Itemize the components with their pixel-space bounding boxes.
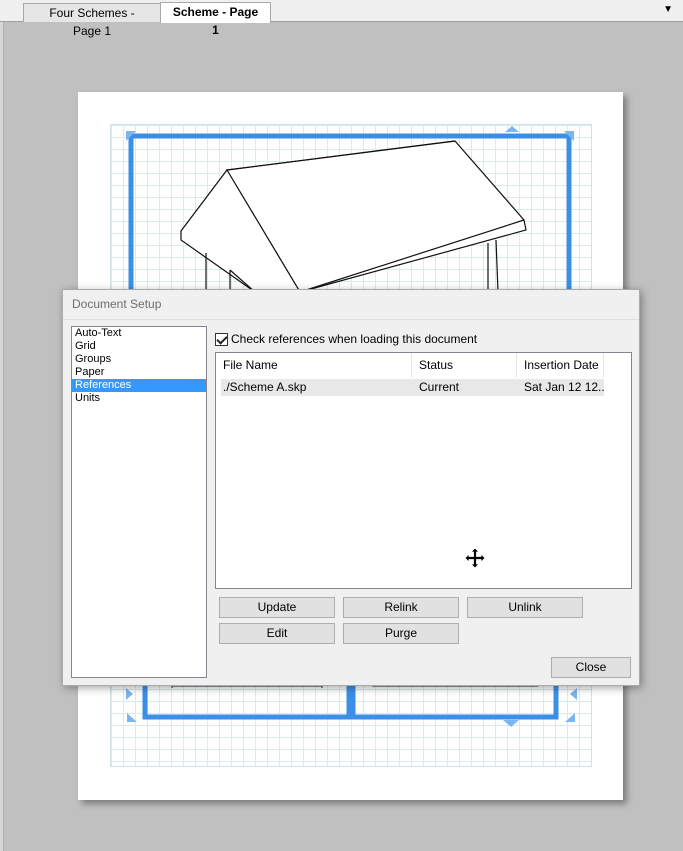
cell-status: Current bbox=[419, 380, 460, 394]
relink-button[interactable]: Relink bbox=[343, 597, 459, 618]
dialog-title: Document Setup bbox=[72, 297, 162, 311]
category-item-references[interactable]: References bbox=[72, 379, 206, 392]
references-table[interactable]: File Name Status Insertion Date ./Scheme… bbox=[215, 352, 632, 589]
edit-button[interactable]: Edit bbox=[219, 623, 335, 644]
move-cursor-icon bbox=[464, 547, 486, 569]
category-list: Auto-Text Grid Groups Paper References U… bbox=[71, 326, 207, 678]
document-setup-dialog: Document Setup Auto-Text Grid Groups Pap… bbox=[62, 289, 640, 686]
table-row[interactable]: ./Scheme A.skp Current Sat Jan 12 12... bbox=[221, 379, 604, 396]
title-divider bbox=[63, 319, 639, 320]
close-button[interactable]: Close bbox=[551, 657, 631, 678]
check-references-row[interactable]: Check references when loading this docum… bbox=[215, 332, 477, 346]
cell-file-name: ./Scheme A.skp bbox=[223, 380, 307, 394]
unlink-button[interactable]: Unlink bbox=[467, 597, 583, 618]
cell-insertion-date: Sat Jan 12 12... bbox=[524, 380, 604, 394]
table-header: File Name Status Insertion Date bbox=[216, 353, 604, 378]
column-header-status[interactable]: Status bbox=[412, 353, 517, 378]
check-references-label: Check references when loading this docum… bbox=[231, 332, 478, 346]
column-header-file-name[interactable]: File Name bbox=[216, 353, 412, 378]
check-references-checkbox[interactable] bbox=[215, 332, 228, 346]
category-item-groups[interactable]: Groups bbox=[72, 353, 206, 366]
category-item-auto-text[interactable]: Auto-Text bbox=[72, 327, 206, 340]
category-item-units[interactable]: Units bbox=[72, 392, 206, 405]
purge-button[interactable]: Purge bbox=[343, 623, 459, 644]
category-item-grid[interactable]: Grid bbox=[72, 340, 206, 353]
category-item-paper[interactable]: Paper bbox=[72, 366, 206, 379]
update-button[interactable]: Update bbox=[219, 597, 335, 618]
column-header-insertion-date[interactable]: Insertion Date bbox=[517, 353, 604, 378]
